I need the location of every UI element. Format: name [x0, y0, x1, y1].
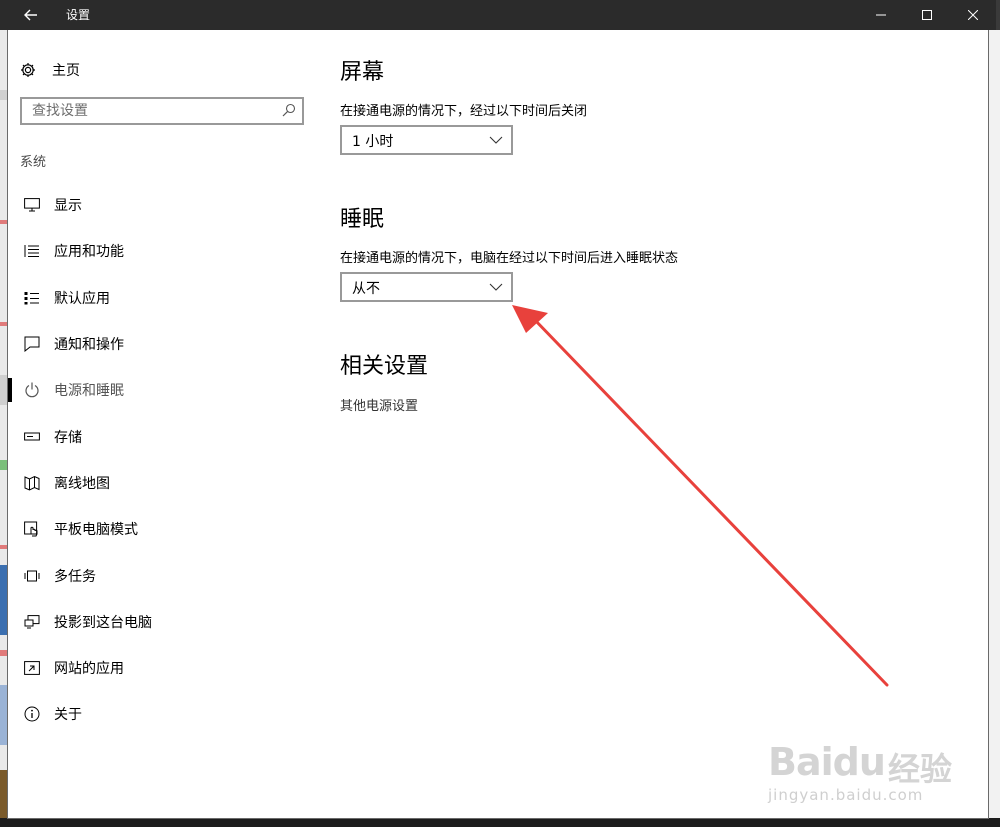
sidebar-item-apps-features[interactable]: 应用和功能: [8, 228, 318, 274]
project-icon: [24, 614, 40, 629]
sidebar-item-label: 默认应用: [54, 290, 110, 307]
back-button[interactable]: [12, 0, 50, 30]
search-input[interactable]: [22, 99, 272, 123]
sidebar-item-notifications[interactable]: 通知和操作: [8, 321, 318, 367]
main-content: 屏幕 在接通电源的情况下，经过以下时间后关闭 1 小时 睡眠 在接通电源的情况下…: [340, 30, 980, 818]
multitask-icon: [24, 570, 40, 582]
screen-timeout-dropdown[interactable]: 1 小时: [340, 125, 513, 155]
background-window-right: [988, 30, 1000, 820]
list-icon: [24, 245, 39, 258]
chevron-down-icon: [489, 283, 503, 291]
back-arrow-icon: [24, 9, 37, 21]
sidebar-item-power-sleep[interactable]: 电源和睡眠: [8, 367, 318, 413]
settings-window: 设置 主页 系统: [0, 0, 996, 818]
home-label: 主页: [52, 63, 80, 79]
related-settings-heading: 相关设置: [340, 354, 429, 379]
web-apps-icon: [24, 661, 40, 676]
sidebar-item-display[interactable]: 显示: [8, 182, 318, 228]
minimize-icon: [876, 14, 886, 16]
title-bar: 设置: [0, 0, 996, 30]
chevron-down-icon: [489, 136, 503, 144]
watermark-logo: Baidu: [768, 740, 886, 784]
sidebar-item-label: 存储: [54, 429, 82, 446]
maximize-icon: [922, 10, 932, 20]
sidebar-item-multitasking[interactable]: 多任务: [8, 552, 318, 598]
sidebar-item-label: 电源和睡眠: [54, 383, 124, 400]
tablet-icon: [24, 521, 38, 537]
notification-icon: [24, 336, 40, 353]
search-icon[interactable]: [282, 103, 296, 117]
monitor-icon: [24, 198, 40, 212]
screen-description: 在接通电源的情况下，经过以下时间后关闭: [340, 104, 588, 119]
section-label-system: 系统: [20, 155, 47, 170]
screen-heading: 屏幕: [340, 60, 385, 85]
sleep-heading: 睡眠: [340, 207, 385, 232]
sidebar-item-label: 显示: [54, 198, 82, 215]
sleep-timeout-value: 从不: [352, 281, 380, 297]
sidebar-item-offline-maps[interactable]: 离线地图: [8, 460, 318, 506]
sidebar-item-default-apps[interactable]: 默认应用: [8, 275, 318, 321]
sleep-description: 在接通电源的情况下，电脑在经过以下时间后进入睡眠状态: [340, 251, 679, 266]
sidebar-item-web-apps[interactable]: 网站的应用: [8, 645, 318, 691]
sidebar-item-label: 关于: [54, 707, 82, 724]
watermark-url: jingyan.baidu.com: [768, 786, 924, 804]
watermark-cn: 经验: [888, 750, 953, 788]
sidebar-item-label: 应用和功能: [54, 244, 124, 261]
sidebar-item-project[interactable]: 投影到这台电脑: [8, 599, 318, 645]
background-window-left: [0, 30, 8, 820]
baidu-watermark: Baidu 经验 jingyan.baidu.com: [768, 718, 958, 808]
home-link[interactable]: 主页: [20, 58, 80, 82]
sidebar-item-label: 投影到这台电脑: [54, 614, 152, 631]
sidebar-nav: 显示 应用和功能 默认应用 通知和操作 电源和睡眠 存储 离线地图 平板电脑模式…: [8, 182, 318, 738]
sidebar-item-label: 通知和操作: [54, 337, 124, 354]
sidebar-item-label: 离线地图: [54, 475, 110, 492]
additional-power-settings-link[interactable]: 其他电源设置: [340, 395, 418, 414]
sidebar-item-tablet-mode[interactable]: 平板电脑模式: [8, 506, 318, 552]
gear-icon: [21, 63, 35, 77]
power-icon: [25, 382, 39, 398]
sidebar-item-label: 平板电脑模式: [54, 522, 138, 539]
search-box: [20, 97, 304, 125]
maximize-button[interactable]: [904, 0, 950, 30]
window-title: 设置: [66, 8, 91, 22]
sidebar: 主页 系统 显示 应用和功能 默认应用: [8, 30, 318, 818]
sidebar-item-label: 多任务: [54, 568, 96, 585]
info-icon: [24, 706, 40, 722]
screen-timeout-value: 1 小时: [352, 134, 394, 150]
storage-icon: [24, 432, 40, 441]
close-button[interactable]: [950, 0, 996, 30]
close-icon: [968, 10, 978, 20]
default-apps-icon: [24, 291, 39, 305]
sidebar-item-about[interactable]: 关于: [8, 691, 318, 737]
minimize-button[interactable]: [858, 0, 904, 30]
map-icon: [24, 475, 40, 491]
sidebar-item-label: 网站的应用: [54, 661, 124, 678]
sidebar-item-storage[interactable]: 存储: [8, 413, 318, 459]
taskbar-edge: [0, 818, 1000, 827]
sleep-timeout-dropdown[interactable]: 从不: [340, 272, 513, 302]
